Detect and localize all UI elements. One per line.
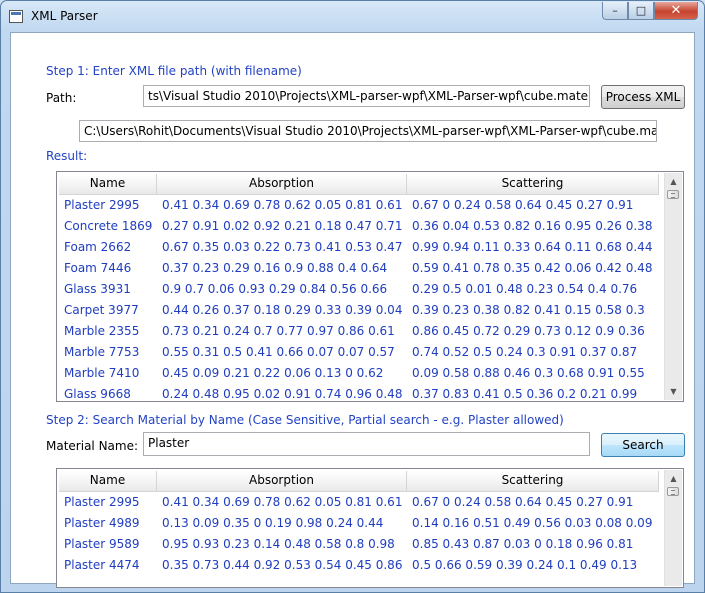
material-name-label: Material Name:: [46, 439, 139, 453]
cell-scattering: 0.37 0.83 0.41 0.5 0.36 0.2 0.21 0.99: [412, 387, 638, 401]
cell-absorption: 0.41 0.34 0.69 0.78 0.62 0.05 0.81 0.61: [162, 495, 403, 509]
cell-scattering: 0.86 0.45 0.72 0.29 0.73 0.12 0.9 0.36: [412, 324, 645, 338]
cell-scattering: 0.29 0.5 0.01 0.48 0.23 0.54 0.4 0.76: [412, 282, 638, 296]
cell-scattering: 0.5 0.66 0.59 0.39 0.24 0.1 0.49 0.13: [412, 558, 638, 572]
client-area: Step 1: Enter XML file path (with filena…: [10, 32, 695, 588]
window-title: XML Parser: [31, 9, 98, 23]
column-header-absorption[interactable]: Absorption: [157, 471, 407, 491]
result-grid-header: Name Absorption Scattering: [59, 174, 659, 195]
cell-scattering: 0.74 0.52 0.5 0.24 0.3 0.91 0.37 0.87: [412, 345, 638, 359]
cell-scattering: 0.39 0.23 0.38 0.82 0.41 0.15 0.58 0.3: [412, 303, 645, 317]
cell-scattering: 0.67 0 0.24 0.58 0.64 0.45 0.27 0.91: [412, 198, 634, 212]
scroll-down-arrow-icon[interactable]: ▼: [665, 383, 682, 400]
process-xml-button[interactable]: Process XML: [601, 85, 685, 109]
cell-name: Marble 7753: [64, 345, 140, 359]
table-row[interactable]: Plaster 2995 0.41 0.34 0.69 0.78 0.62 0.0…: [59, 492, 659, 513]
table-row[interactable]: Foam 7446 0.37 0.23 0.29 0.16 0.9 0.88 0.…: [59, 258, 659, 279]
scroll-thumb[interactable]: [667, 487, 679, 496]
cell-name: Foam 7446: [64, 261, 132, 275]
cell-name: Plaster 2995: [64, 198, 140, 212]
table-row[interactable]: Plaster 2995 0.41 0.34 0.69 0.78 0.62 0.0…: [59, 195, 659, 216]
table-row[interactable]: Concrete 1869 0.27 0.91 0.02 0.92 0.21 0.…: [59, 216, 659, 237]
result-grid[interactable]: Name Absorption Scattering Plaster 2995 0…: [56, 171, 684, 402]
cell-scattering: 0.09 0.58 0.88 0.46 0.3 0.68 0.91 0.55: [412, 366, 645, 380]
cell-name: Plaster 2995: [64, 495, 140, 509]
table-row[interactable]: Carpet 3977 0.44 0.26 0.37 0.18 0.29 0.33…: [59, 300, 659, 321]
cell-name: Marble 7410: [64, 366, 140, 380]
cell-scattering: 0.59 0.41 0.78 0.35 0.42 0.06 0.42 0.48: [412, 261, 653, 275]
cell-scattering: 0.36 0.04 0.53 0.82 0.16 0.95 0.26 0.38: [412, 219, 653, 233]
column-header-name[interactable]: Name: [59, 174, 157, 194]
cell-absorption: 0.95 0.93 0.23 0.14 0.48 0.58 0.8 0.98: [162, 537, 395, 551]
result-label: Result:: [46, 149, 88, 163]
cell-absorption: 0.27 0.91 0.02 0.92 0.21 0.18 0.47 0.71: [162, 219, 403, 233]
cell-absorption: 0.55 0.31 0.5 0.41 0.66 0.07 0.07 0.57: [162, 345, 395, 359]
cell-scattering: 0.99 0.94 0.11 0.33 0.64 0.11 0.68 0.44: [412, 240, 653, 254]
cell-scattering: 0.14 0.16 0.51 0.49 0.56 0.03 0.08 0.09: [412, 516, 653, 530]
cell-absorption: 0.67 0.35 0.03 0.22 0.73 0.41 0.53 0.47: [162, 240, 403, 254]
scroll-thumb[interactable]: [667, 190, 679, 199]
table-row[interactable]: Marble 2355 0.73 0.21 0.24 0.7 0.77 0.97 …: [59, 321, 659, 342]
table-row[interactable]: Foam 2662 0.67 0.35 0.03 0.22 0.73 0.41 0…: [59, 237, 659, 258]
title-bar[interactable]: XML Parser – □ ✕: [1, 1, 704, 31]
path-label: Path:: [46, 91, 77, 105]
table-row[interactable]: Glass 3931 0.9 0.7 0.06 0.93 0.29 0.84 0.…: [59, 279, 659, 300]
path-input[interactable]: ts\Visual Studio 2010\Projects\XML-parse…: [143, 85, 590, 107]
column-header-scattering[interactable]: Scattering: [407, 174, 659, 194]
cell-name: Plaster 9589: [64, 537, 140, 551]
table-row[interactable]: Plaster 4474 0.35 0.73 0.44 0.92 0.53 0.5…: [59, 555, 659, 576]
app-icon: [9, 10, 23, 23]
cell-name: Foam 2662: [64, 240, 132, 254]
cell-absorption: 0.24 0.48 0.95 0.02 0.91 0.74 0.96 0.48: [162, 387, 403, 401]
table-row[interactable]: Marble 7753 0.55 0.31 0.5 0.41 0.66 0.07 …: [59, 342, 659, 363]
table-row[interactable]: Marble 7410 0.45 0.09 0.21 0.22 0.06 0.13…: [59, 363, 659, 384]
search-button[interactable]: Search: [601, 433, 685, 457]
cell-absorption: 0.41 0.34 0.69 0.78 0.62 0.05 0.81 0.61: [162, 198, 403, 212]
cell-name: Plaster 4474: [64, 558, 140, 572]
close-button[interactable]: ✕: [654, 2, 698, 20]
result-grid-scrollbar[interactable]: ▲ ▼: [664, 173, 682, 400]
cell-name: Plaster 4989: [64, 516, 140, 530]
column-header-scattering[interactable]: Scattering: [407, 471, 659, 491]
cell-name: Carpet 3977: [64, 303, 139, 317]
cell-scattering: 0.67 0 0.24 0.58 0.64 0.45 0.27 0.91: [412, 495, 634, 509]
table-row[interactable]: Plaster 9589 0.95 0.93 0.23 0.14 0.48 0.5…: [59, 534, 659, 555]
table-row[interactable]: Glass 9668 0.24 0.48 0.95 0.02 0.91 0.74 …: [59, 384, 659, 401]
cell-scattering: 0.85 0.43 0.87 0.03 0 0.18 0.96 0.81: [412, 537, 634, 551]
full-path-display: C:\Users\Rohit\Documents\Visual Studio 2…: [79, 120, 657, 142]
cell-name: Concrete 1869: [64, 219, 153, 233]
table-row[interactable]: Plaster 4989 0.13 0.09 0.35 0 0.19 0.98 0…: [59, 513, 659, 534]
step1-label: Step 1: Enter XML file path (with filena…: [46, 64, 302, 78]
app-window: XML Parser – □ ✕ Step 1: Enter XML file …: [0, 0, 705, 593]
cell-name: Glass 9668: [64, 387, 131, 401]
cell-absorption: 0.44 0.26 0.37 0.18 0.29 0.33 0.39 0.04: [162, 303, 403, 317]
cell-absorption: 0.13 0.09 0.35 0 0.19 0.98 0.24 0.44: [162, 516, 384, 530]
column-header-name[interactable]: Name: [59, 471, 157, 491]
step2-label: Step 2: Search Material by Name (Case Se…: [46, 413, 564, 427]
maximize-button[interactable]: □: [628, 2, 654, 20]
cell-absorption: 0.73 0.21 0.24 0.7 0.77 0.97 0.86 0.61: [162, 324, 395, 338]
minimize-button[interactable]: –: [602, 2, 628, 20]
search-grid-header: Name Absorption Scattering: [59, 471, 659, 492]
cell-absorption: 0.35 0.73 0.44 0.92 0.53 0.54 0.45 0.86: [162, 558, 403, 572]
cell-name: Glass 3931: [64, 282, 131, 296]
material-name-input[interactable]: Plaster: [143, 432, 590, 456]
cell-absorption: 0.9 0.7 0.06 0.93 0.29 0.84 0.56 0.66: [162, 282, 388, 296]
cell-name: Marble 2355: [64, 324, 140, 338]
search-results-grid[interactable]: Name Absorption Scattering Plaster 2995 0…: [56, 468, 684, 588]
cell-absorption: 0.45 0.09 0.21 0.22 0.06 0.13 0 0.62: [162, 366, 384, 380]
search-grid-scrollbar[interactable]: ▲: [664, 470, 682, 586]
scroll-up-arrow-icon[interactable]: ▲: [665, 470, 682, 487]
cell-absorption: 0.37 0.23 0.29 0.16 0.9 0.88 0.4 0.64: [162, 261, 388, 275]
scroll-up-arrow-icon[interactable]: ▲: [665, 173, 682, 190]
column-header-absorption[interactable]: Absorption: [157, 174, 407, 194]
